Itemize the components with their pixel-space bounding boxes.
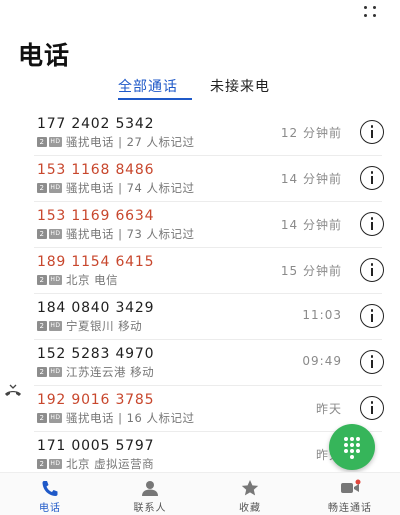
call-detail-text: 宁夏银川 移动 <box>66 319 143 333</box>
call-log-row[interactable]: 189 1154 6415 2 HD 北京 电信 15 分钟前 <box>0 248 400 294</box>
phone-number: 153 1169 6634 <box>37 208 155 224</box>
phone-number: 184 0840 3429 <box>37 300 155 316</box>
sim-2-icon: 2 <box>37 229 47 239</box>
hd-icon: HD <box>49 183 62 193</box>
call-log-row[interactable]: 152 5283 4970 2 HD 江苏连云港 移动 09:49 <box>0 340 400 386</box>
video-call-icon <box>341 479 361 493</box>
info-icon[interactable] <box>360 212 384 236</box>
tab-missed-calls[interactable]: 未接来电 <box>210 76 270 96</box>
info-icon[interactable] <box>360 350 384 374</box>
call-log-row[interactable]: 153 1169 6634 2 HD 骚扰电话 | 73 人标记过 14 分钟前 <box>0 202 400 248</box>
phone-number: 153 1168 8486 <box>37 162 155 178</box>
call-time: 11:03 <box>302 308 342 322</box>
call-detail-text: 骚扰电话 | 73 人标记过 <box>66 227 195 241</box>
hd-icon: HD <box>49 137 62 147</box>
bottom-navigation: 电话 联系人 收藏 畅连通话 <box>0 472 400 515</box>
phone-number: 171 0005 5797 <box>37 438 155 454</box>
call-detail: 2 HD 骚扰电话 | 27 人标记过 <box>37 135 194 149</box>
call-time: 昨天 <box>315 402 342 416</box>
call-time: 15 分钟前 <box>280 264 342 278</box>
call-detail: 2 HD 骚扰电话 | 73 人标记过 <box>37 227 194 241</box>
sim-2-icon: 2 <box>37 321 47 331</box>
hd-icon: HD <box>49 459 62 469</box>
call-detail: 2 HD 江苏连云港 移动 <box>37 365 154 379</box>
phone-number: 177 2402 5342 <box>37 116 155 132</box>
call-time: 09:49 <box>302 354 342 368</box>
nav-label: 联系人 <box>133 503 167 514</box>
call-detail: 2 HD 骚扰电话 | 74 人标记过 <box>37 181 194 195</box>
info-icon[interactable] <box>360 120 384 144</box>
contacts-icon <box>142 481 158 496</box>
phone-number: 152 5283 4970 <box>37 346 155 362</box>
hd-icon: HD <box>49 321 62 331</box>
sim-2-icon: 2 <box>37 367 47 377</box>
call-log-list: 177 2402 5342 2 HD 骚扰电话 | 27 人标记过 12 分钟前… <box>0 110 400 478</box>
call-tabs: 全部通话 未接来电 <box>0 76 400 104</box>
call-log-row[interactable]: 184 0840 3429 2 HD 宁夏银川 移动 11:03 <box>0 294 400 340</box>
phone-number: 189 1154 6415 <box>37 254 155 270</box>
call-time: 14 分钟前 <box>280 172 342 186</box>
hd-icon: HD <box>49 367 62 377</box>
sim-2-icon: 2 <box>37 183 47 193</box>
call-detail-text: 骚扰电话 | 74 人标记过 <box>66 181 195 195</box>
star-icon <box>241 480 259 496</box>
dialpad-button[interactable] <box>329 424 375 470</box>
info-icon[interactable] <box>360 258 384 282</box>
sim-2-icon: 2 <box>37 137 47 147</box>
call-detail-text: 骚扰电话 | 27 人标记过 <box>66 135 195 149</box>
phone-icon <box>42 481 58 496</box>
hd-icon: HD <box>49 275 62 285</box>
call-log-row[interactable]: 192 9016 3785 2 HD 骚扰电话 | 16 人标记过 昨天 <box>0 386 400 432</box>
call-detail: 2 HD 北京 电信 <box>37 273 118 287</box>
sim-2-icon: 2 <box>37 413 47 423</box>
hd-icon: HD <box>49 229 62 239</box>
call-detail-text: 骚扰电话 | 16 人标记过 <box>66 411 195 425</box>
info-icon[interactable] <box>360 166 384 190</box>
missed-call-icon <box>5 384 21 396</box>
info-icon[interactable] <box>360 396 384 420</box>
top-bar <box>0 0 400 24</box>
call-log-row[interactable]: 177 2402 5342 2 HD 骚扰电话 | 27 人标记过 12 分钟前 <box>0 110 400 156</box>
nav-contacts[interactable]: 联系人 <box>100 473 200 515</box>
phone-number: 192 9016 3785 <box>37 392 155 408</box>
call-detail: 2 HD 骚扰电话 | 16 人标记过 <box>37 411 194 425</box>
call-detail: 2 HD 宁夏银川 移动 <box>37 319 142 333</box>
call-time: 12 分钟前 <box>280 126 342 140</box>
page-title: 电话 <box>18 41 71 70</box>
nav-favorites[interactable]: 收藏 <box>200 473 300 515</box>
sim-2-icon: 2 <box>37 275 47 285</box>
nav-label: 畅连通话 <box>328 503 372 514</box>
nav-label: 电话 <box>39 503 61 514</box>
active-tab-indicator <box>118 98 192 100</box>
call-log-row[interactable]: 153 1168 8486 2 HD 骚扰电话 | 74 人标记过 14 分钟前 <box>0 156 400 202</box>
call-time: 14 分钟前 <box>280 218 342 232</box>
nav-video-call[interactable]: 畅连通话 <box>300 473 400 515</box>
call-detail: 2 HD 北京 虚拟运营商 <box>37 457 154 471</box>
call-detail-text: 北京 电信 <box>66 273 119 287</box>
tab-all-calls[interactable]: 全部通话 <box>118 76 178 96</box>
nav-phone[interactable]: 电话 <box>0 473 100 515</box>
sim-2-icon: 2 <box>37 459 47 469</box>
call-detail-text: 江苏连云港 移动 <box>66 365 155 379</box>
info-icon[interactable] <box>360 304 384 328</box>
hd-icon: HD <box>49 413 62 423</box>
nav-label: 收藏 <box>239 503 261 514</box>
more-options-button[interactable] <box>364 4 382 20</box>
call-detail-text: 北京 虚拟运营商 <box>66 457 155 471</box>
